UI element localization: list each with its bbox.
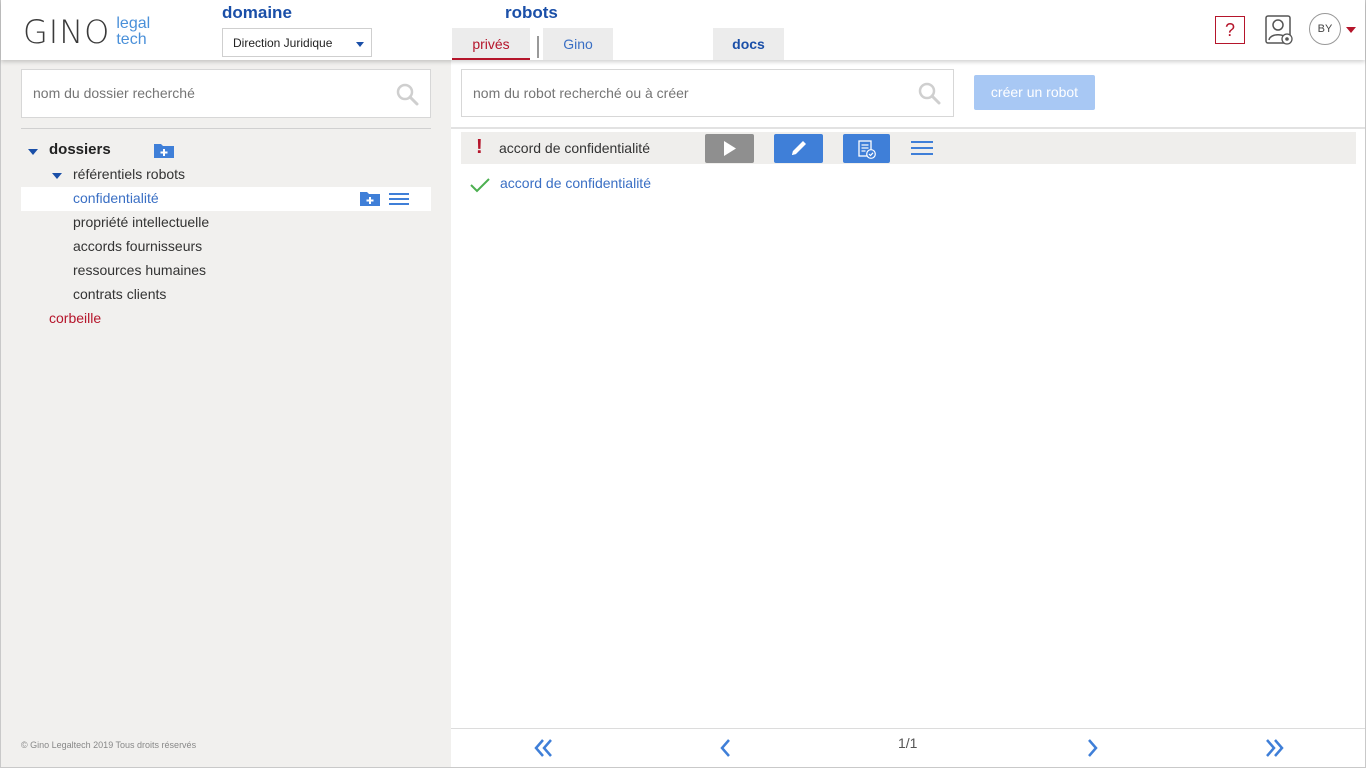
- tree-item-confidentialite[interactable]: confidentialité: [73, 186, 159, 210]
- tab-prives[interactable]: privés: [452, 28, 530, 60]
- copyright-footer: © Gino Legaltech 2019 Tous droits réserv…: [21, 740, 197, 750]
- create-robot-button[interactable]: créer un robot: [974, 75, 1095, 110]
- tree-item-contrats[interactable]: contrats clients: [73, 282, 166, 306]
- robots-label: robots: [505, 3, 558, 22]
- pagination-bar: 1/1: [451, 728, 1365, 767]
- robot-row[interactable]: ! accord de confidentialité: [461, 132, 1356, 164]
- expand-triangle-icon[interactable]: [28, 149, 38, 155]
- add-folder-icon[interactable]: [359, 190, 381, 207]
- caret-down-icon[interactable]: [1346, 27, 1356, 33]
- expand-triangle-icon[interactable]: [52, 173, 62, 179]
- domain-select[interactable]: Direction Juridique: [222, 28, 372, 57]
- next-page-icon[interactable]: [1081, 738, 1103, 758]
- folder-search-input[interactable]: [33, 85, 373, 101]
- tree-item-rh[interactable]: ressources humaines: [73, 258, 206, 282]
- run-robot-button[interactable]: [705, 134, 754, 163]
- tree-item-corbeille[interactable]: corbeille: [49, 306, 101, 330]
- logo-sub-line-1: legal: [116, 15, 151, 32]
- menu-icon[interactable]: [910, 139, 934, 157]
- user-settings-button[interactable]: [1264, 14, 1294, 46]
- folder-search-box: [21, 69, 431, 118]
- robot-documents-button[interactable]: [843, 134, 890, 163]
- previous-page-icon[interactable]: [715, 738, 737, 758]
- folder-panel: dossiers référentiels robots confidentia…: [1, 60, 451, 767]
- tab-separator: [537, 36, 539, 58]
- domain-select-value: Direction Juridique: [233, 36, 333, 50]
- search-icon[interactable]: [917, 81, 941, 105]
- robot-name[interactable]: accord de confidentialité: [499, 140, 650, 156]
- top-bar: GINO legal tech domaine Direction Juridi…: [1, 0, 1365, 60]
- tab-gino[interactable]: Gino: [543, 28, 613, 60]
- tree-item-propriete[interactable]: propriété intellectuelle: [73, 210, 209, 234]
- checkmark-icon: [470, 178, 490, 193]
- last-page-icon[interactable]: [1263, 738, 1285, 758]
- add-folder-icon[interactable]: [153, 142, 175, 159]
- gino-logo[interactable]: GINO legal tech: [23, 12, 150, 52]
- user-settings-icon: [1265, 15, 1293, 45]
- chevron-down-icon: [356, 42, 364, 47]
- tree-root-dossiers[interactable]: dossiers: [49, 138, 111, 162]
- tab-docs[interactable]: docs: [713, 28, 784, 60]
- tree-group-referentiels[interactable]: référentiels robots: [73, 162, 185, 186]
- first-page-icon[interactable]: [533, 738, 555, 758]
- logo-main-text: GINO: [23, 13, 111, 51]
- avatar[interactable]: BY: [1309, 13, 1341, 45]
- robot-document-link[interactable]: accord de confidentialité: [500, 175, 651, 191]
- edit-robot-button[interactable]: [774, 134, 823, 163]
- search-icon[interactable]: [395, 82, 419, 106]
- domain-label: domaine: [222, 3, 292, 22]
- divider: [21, 128, 431, 129]
- robot-search-box: [461, 69, 954, 117]
- warning-icon: !: [476, 136, 483, 158]
- document-check-icon: [858, 140, 876, 159]
- divider: [451, 127, 1365, 129]
- robot-search-input[interactable]: [473, 85, 903, 101]
- play-icon: [724, 141, 736, 156]
- logo-sub-line-2: tech: [116, 31, 147, 48]
- app-window: GINO legal tech domaine Direction Juridi…: [0, 0, 1366, 768]
- tree-item-fournisseurs[interactable]: accords fournisseurs: [73, 234, 202, 258]
- pencil-icon: [792, 141, 806, 155]
- page-indicator: 1/1: [898, 735, 918, 751]
- logo-sub-text: legal tech: [116, 16, 150, 48]
- help-button[interactable]: ?: [1215, 16, 1245, 44]
- robot-panel: créer un robot ! accord de confidentiali…: [451, 60, 1365, 767]
- menu-icon[interactable]: [388, 191, 410, 207]
